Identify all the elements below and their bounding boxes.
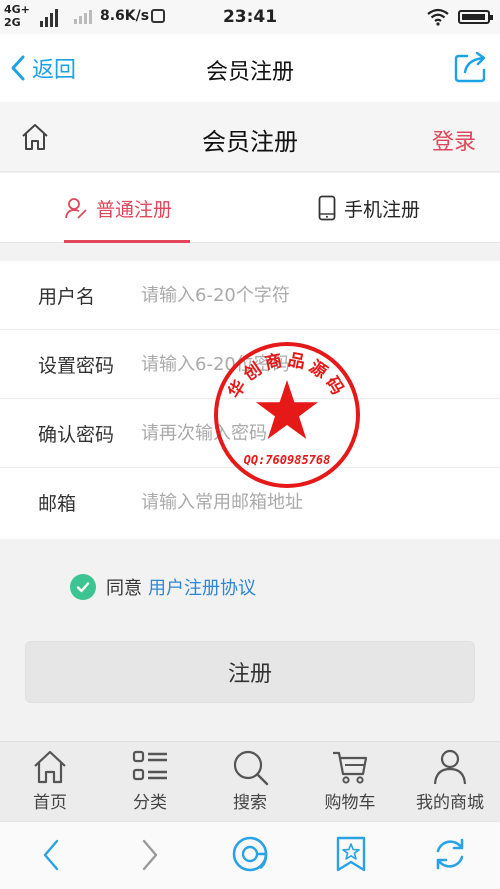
tab-normal-register[interactable]: 普通注册	[64, 173, 190, 243]
browser-forward-icon[interactable]	[139, 838, 161, 872]
cart-icon	[333, 751, 368, 784]
register-form: 用户名 设置密码 确认密码 邮箱	[0, 261, 500, 539]
agree-text: 同意	[106, 578, 142, 599]
username-input[interactable]	[141, 275, 471, 315]
agreement-row: 同意 用户注册协议	[70, 574, 256, 600]
home-icon	[34, 750, 66, 784]
status-bar: 4G+ 2G 8.6K/s 23:41	[0, 0, 500, 34]
username-label: 用户名	[38, 286, 96, 308]
nav-title: 会员注册	[205, 60, 294, 85]
tab-phone-register[interactable]: 手机注册	[318, 173, 420, 243]
email-input[interactable]	[141, 482, 471, 522]
user-edit-icon	[65, 198, 87, 219]
register-tabs: 普通注册 手机注册	[0, 173, 500, 243]
clock: 23:41	[222, 7, 278, 27]
bottom-nav-category[interactable]: 分类	[100, 742, 200, 821]
wifi-icon	[427, 8, 449, 26]
agreement-link[interactable]: 用户注册协议	[148, 574, 256, 600]
email-row: 邮箱	[0, 468, 500, 537]
page-title: 会员注册	[202, 128, 298, 156]
bottom-nav-label: 首页	[33, 793, 67, 813]
confirm-password-input[interactable]	[141, 413, 471, 453]
bottom-nav-cart[interactable]: 购物车	[300, 742, 400, 821]
search-icon	[233, 750, 269, 786]
browser-back-icon[interactable]	[40, 838, 62, 872]
share-icon[interactable]	[453, 50, 489, 84]
confirm-password-label: 确认密码	[38, 424, 115, 446]
bottom-nav-search[interactable]: 搜索	[200, 742, 300, 821]
bottom-nav-label: 分类	[133, 793, 167, 813]
browser-home-icon[interactable]	[230, 834, 270, 874]
mobile-phone-icon	[318, 195, 336, 221]
refresh-icon[interactable]	[432, 836, 468, 872]
bookmark-star-icon[interactable]	[335, 835, 367, 873]
bottom-nav-label: 购物车	[324, 793, 376, 813]
email-label: 邮箱	[38, 493, 77, 515]
battery-icon	[458, 10, 493, 24]
bottom-nav: 首页 分类 搜索 购物车 我的商城	[0, 741, 500, 821]
password-row: 设置密码	[0, 330, 500, 399]
browser-toolbar	[0, 821, 500, 889]
bottom-nav-my-mall[interactable]: 我的商城	[400, 742, 500, 821]
bottom-nav-label: 我的商城	[416, 793, 484, 813]
category-list-icon	[132, 750, 167, 781]
app-nav-bar: 返回 会员注册	[0, 34, 500, 102]
password-label: 设置密码	[38, 355, 115, 377]
agree-checkbox[interactable]	[70, 574, 96, 600]
username-row: 用户名	[0, 261, 500, 330]
user-icon	[433, 749, 467, 785]
confirm-password-row: 确认密码	[0, 399, 500, 468]
tab-phone-label: 手机注册	[344, 198, 421, 221]
login-link[interactable]: 登录	[432, 124, 476, 156]
tab-normal-label: 普通注册	[96, 198, 173, 221]
password-input[interactable]	[141, 344, 471, 384]
bottom-nav-home[interactable]: 首页	[0, 742, 100, 821]
bottom-nav-label: 搜索	[233, 793, 267, 813]
register-button[interactable]: 注册	[25, 641, 475, 703]
check-icon	[76, 582, 90, 593]
page-header: 会员注册 登录	[0, 102, 500, 172]
